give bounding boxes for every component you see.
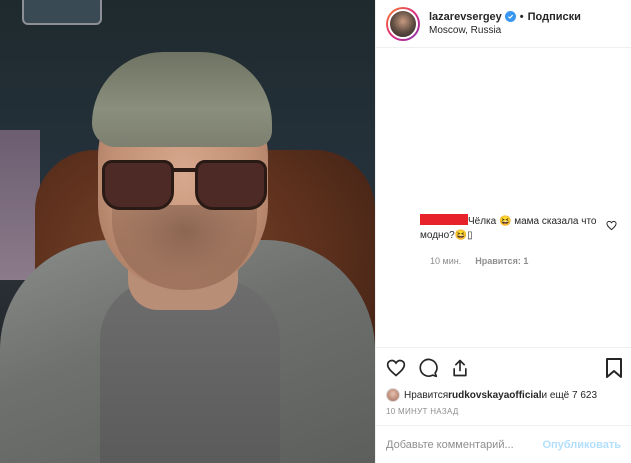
avatar[interactable] <box>388 8 418 39</box>
username-link[interactable]: lazarevsergey <box>429 10 502 24</box>
comment-input[interactable] <box>386 438 543 451</box>
post-photo[interactable] <box>0 0 375 463</box>
publish-button[interactable]: Опубликовать <box>542 439 621 451</box>
story-ring[interactable] <box>386 6 420 41</box>
glasses-bridge <box>172 168 197 172</box>
add-comment-bar: Опубликовать <box>376 425 631 463</box>
share-button[interactable] <box>450 358 470 378</box>
hair-fringe <box>92 52 272 147</box>
comments-area: Чёлка 😆 мама сказала что модно?😆▯ 10 мин… <box>376 48 631 347</box>
comment-time[interactable]: 10 мин. <box>430 256 461 266</box>
header-top-row: lazarevsergey • Подписки <box>429 10 581 24</box>
instagram-post: lazarevsergey • Подписки Moscow, Russia … <box>0 0 631 463</box>
sunglasses <box>102 160 267 215</box>
likes-prefix: Нравится <box>404 389 449 401</box>
comment-icon <box>419 358 438 377</box>
bookmark-icon <box>606 358 622 378</box>
likes-others[interactable]: и ещё 7 623 <box>542 390 598 401</box>
comment: Чёлка 😆 мама сказала что модно?😆▯ <box>420 214 600 243</box>
following-button[interactable]: Подписки <box>528 10 581 24</box>
header-text: lazarevsergey • Подписки Moscow, Russia <box>429 10 581 38</box>
post-timestamp[interactable]: 10 МИНУТ НАЗАД <box>376 403 631 425</box>
action-bar <box>376 347 631 387</box>
save-button[interactable] <box>605 358 623 378</box>
verified-badge-icon <box>504 11 516 22</box>
right-lens <box>195 160 267 210</box>
share-icon <box>453 359 467 376</box>
liker-avatar[interactable] <box>386 388 400 402</box>
comment-button[interactable] <box>418 358 438 378</box>
comment-like-heart-icon[interactable] <box>606 220 617 231</box>
car-window-frame <box>22 0 102 25</box>
comment-likes[interactable]: Нравится: 1 <box>475 256 528 266</box>
background-window-left <box>0 130 40 280</box>
comment-meta: 10 мин. Нравится: 1 <box>430 256 528 266</box>
left-lens <box>102 160 174 210</box>
liker-username[interactable]: rudkovskayaofficial <box>448 390 541 401</box>
likes-summary: Нравится rudkovskayaofficial и ещё 7 623 <box>376 387 631 403</box>
redacted-username <box>420 214 468 225</box>
post-header: lazarevsergey • Подписки Moscow, Russia <box>376 0 631 48</box>
post-side-panel: lazarevsergey • Подписки Moscow, Russia … <box>375 0 631 463</box>
separator-dot: • <box>519 10 524 23</box>
heart-icon <box>386 359 406 377</box>
like-button[interactable] <box>386 358 406 378</box>
location-link[interactable]: Moscow, Russia <box>429 24 581 38</box>
